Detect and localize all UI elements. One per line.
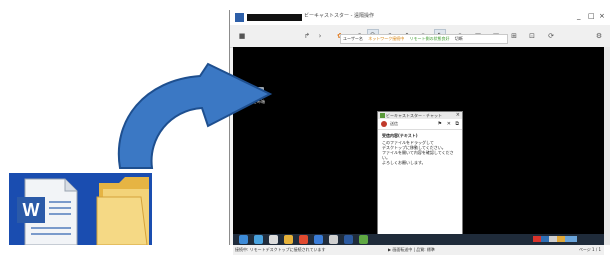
remote-taskbar	[233, 234, 604, 245]
send-icon[interactable]: ⊞	[509, 31, 519, 41]
menu-icon[interactable]: ■	[237, 31, 247, 41]
chat-message: 受信内容(テキスト) このファイルをドラッグして デスクトップに移動してください…	[378, 130, 462, 168]
maximize-button[interactable]: □	[588, 12, 595, 20]
status-middle: ▶ 画面転送中 | 品質: 標準	[388, 247, 435, 252]
title-redaction	[247, 14, 302, 21]
chat-dialog: ビーキャストスター - チャット × 送信 ⚑ ✕ ⧉ 受信内容(テキスト) こ…	[377, 111, 463, 249]
pointer-icon[interactable]: ↱	[302, 31, 312, 41]
chat-line: ファイルを開いて内容を確認してください。	[382, 150, 454, 160]
chat-title-bar: ビーキャストスター - チャット ×	[378, 112, 462, 119]
app-logo-icon	[235, 13, 244, 22]
status-bar: 接続中: リモートデスクトップに接続されています ▶ 画面転送中 | 品質: 標…	[233, 245, 604, 255]
close-tool-icon[interactable]: ✕	[447, 119, 451, 129]
connection-strip: ユーザー名 ネットワーク接続中 リモート側の状態良好 切断	[340, 34, 508, 44]
chat-close-icon[interactable]: ×	[456, 112, 460, 119]
chrome-icon[interactable]	[299, 235, 308, 244]
tool-icon[interactable]	[329, 235, 338, 244]
word-icon[interactable]	[344, 235, 353, 244]
chat-title: ビーキャストスター - チャット	[386, 113, 442, 118]
chat-tool-label: 送信	[390, 121, 398, 126]
word-document-icon[interactable]: W	[17, 178, 78, 246]
system-tray-icons[interactable]	[533, 236, 577, 242]
chat-app-icon	[380, 113, 385, 118]
chat-toolbar: 送信 ⚑ ✕ ⧉	[378, 119, 462, 130]
chat-app-taskbar-icon[interactable]	[359, 235, 368, 244]
file-icons-panel: W	[9, 173, 152, 246]
status-left: 接続中: リモートデスクトップに接続されています	[235, 247, 326, 252]
side-scroll[interactable]	[604, 47, 610, 245]
chat-heading: 受信内容(テキスト)	[382, 133, 418, 138]
folder-icon[interactable]	[96, 177, 149, 246]
title-bar: ビーキャストスター - 遠隔操作 _ □ ×	[230, 10, 610, 25]
strip-status: リモート側の状態良好	[409, 36, 450, 41]
strip-user: ユーザー名	[343, 36, 363, 41]
file-icons-svg: W	[17, 177, 149, 246]
remote-desktop[interactable]: ごみ箱 ビーキャストスター - チャット × 送信 ⚑ ✕ ⧉ 受信内容(テキス…	[233, 47, 604, 249]
capture-icon[interactable]: ⊡	[527, 31, 537, 41]
flag-icon[interactable]: ⚑	[438, 119, 442, 129]
record-icon[interactable]	[381, 121, 387, 127]
strip-network: ネットワーク接続中	[368, 36, 405, 41]
window-title: ビーキャストスター - 遠隔操作	[304, 13, 374, 19]
expand-icon[interactable]: ›	[315, 31, 325, 41]
browser-icon[interactable]	[254, 235, 263, 244]
app-icon[interactable]	[314, 235, 323, 244]
settings-icon[interactable]: ⚙	[594, 31, 604, 41]
start-icon[interactable]	[239, 235, 248, 244]
minimize-button[interactable]: _	[577, 12, 581, 20]
close-button[interactable]: ×	[599, 12, 605, 20]
folder-icon[interactable]	[284, 235, 293, 244]
strip-disconnect[interactable]: 切断	[453, 36, 465, 41]
media-icon[interactable]	[269, 235, 278, 244]
svg-text:W: W	[23, 200, 40, 220]
screen-icon[interactable]: ⟳	[546, 31, 556, 41]
remote-window: ビーキャストスター - 遠隔操作 _ □ × ■ ↱ › ✿ ↶ ↷ ✎ ⇡ ◉…	[229, 10, 610, 255]
status-right: ページ 1 / 1	[578, 247, 601, 252]
copy-icon[interactable]: ⧉	[455, 119, 459, 129]
drag-arrow-icon	[117, 62, 273, 169]
chat-line: よろしくお願いします。	[382, 160, 426, 165]
